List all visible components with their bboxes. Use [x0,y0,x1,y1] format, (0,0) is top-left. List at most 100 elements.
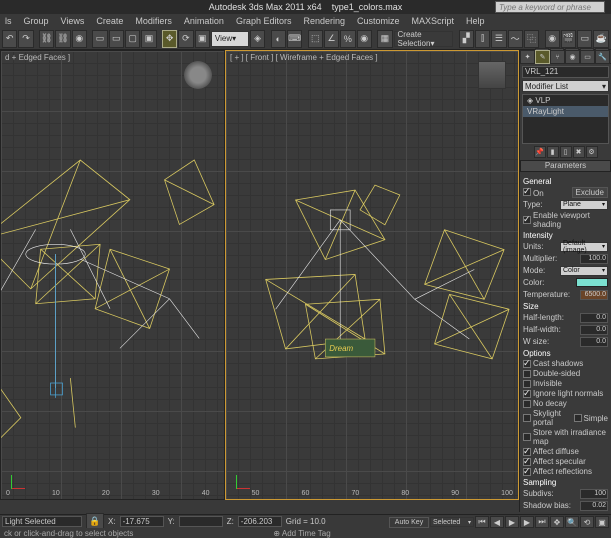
select-button[interactable]: ▭ [92,30,107,48]
store-irrad-checkbox[interactable] [523,433,531,441]
stack-item[interactable]: ◈ VLP [523,95,608,106]
menu-views[interactable]: Views [56,16,90,26]
pin-stack-button[interactable]: 📌 [534,146,546,158]
angle-snap-button[interactable]: ∠ [324,30,339,48]
tab-motion[interactable]: ◉ [565,50,580,64]
tab-create[interactable]: ✦ [520,50,535,64]
half-width-spinner[interactable]: 0.0 [580,325,608,335]
enable-viewport-shading-checkbox[interactable] [523,216,531,224]
select-rect-button[interactable]: ▢ [125,30,140,48]
goto-start-button[interactable]: ⏮ [475,516,489,528]
show-end-button[interactable]: ▮ [547,146,559,158]
affect-specular-checkbox[interactable] [523,458,531,466]
invisible-checkbox[interactable] [523,380,531,388]
schematic-button[interactable]: ⿻ [524,30,539,48]
cast-shadows-checkbox[interactable] [523,360,531,368]
link-button[interactable]: ⛓ [39,30,54,48]
config-button[interactable]: ⚙ [586,146,598,158]
mat-editor-button[interactable]: ◉ [545,30,560,48]
exclude-button[interactable]: Exclude [572,187,608,198]
select-window-button[interactable]: ▣ [141,30,156,48]
type-dropdown[interactable]: Plane▾ [560,200,608,210]
menu-group[interactable]: Group [19,16,54,26]
modifier-stack[interactable]: ◈ VLP VRayLight [522,94,609,144]
tab-hierarchy[interactable]: ⑂ [550,50,565,64]
viewport-label-right[interactable]: [ + ] [ Front ] [ Wireframe + Edged Face… [230,53,378,62]
snap-button[interactable]: ⬚ [308,30,323,48]
menu-create[interactable]: Create [91,16,128,26]
move-button[interactable]: ✥ [162,30,177,48]
scale-button[interactable]: ▣ [195,30,210,48]
menu-rendering[interactable]: Rendering [298,16,350,26]
subdivs-spinner[interactable]: 100 [580,489,608,499]
select-name-button[interactable]: ▭ [109,30,124,48]
temperature-spinner[interactable]: 6500.0 [580,290,608,300]
units-dropdown[interactable]: Default (image)▾ [560,242,608,252]
modifier-list-dropdown[interactable]: Modifier List▾ [522,80,609,92]
tab-modify[interactable]: ✎ [535,50,550,64]
z-field[interactable]: -206.203 [238,516,282,527]
pivot-button[interactable]: ◈ [250,30,265,48]
sel-set-button[interactable]: ▦ [377,30,392,48]
auto-key-button[interactable]: Auto Key [389,517,429,528]
color-swatch[interactable] [576,278,608,287]
rotate-button[interactable]: ⟳ [178,30,193,48]
prev-frame-button[interactable]: ◀ [490,516,504,528]
bind-button[interactable]: ◉ [72,30,87,48]
no-decay-checkbox[interactable] [523,400,531,408]
key-mode-dropdown[interactable]: Selected▾ [430,517,474,527]
keymode-button[interactable]: ⌨ [287,30,302,48]
affect-diffuse-checkbox[interactable] [523,448,531,456]
goto-end-button[interactable]: ⏭ [535,516,549,528]
layer-button[interactable]: ☰ [491,30,506,48]
menu-modifiers[interactable]: Modifiers [130,16,177,26]
nav-zoom-button[interactable]: 🔍 [565,516,579,528]
double-sided-checkbox[interactable] [523,370,531,378]
tab-display[interactable]: ▭ [580,50,595,64]
spinner-snap-button[interactable]: ◉ [357,30,372,48]
remove-mod-button[interactable]: ✖ [573,146,585,158]
object-name-field[interactable]: VRL_121 [522,66,609,78]
add-time-tag-button[interactable]: ⊕ Add Time Tag [273,529,330,538]
unique-button[interactable]: ▯ [560,146,572,158]
render-setup-button[interactable]: 🎬 [561,30,576,48]
play-button[interactable]: ▶ [505,516,519,528]
mirror-button[interactable]: ▞ [459,30,474,48]
menu-maxscript[interactable]: MAXScript [407,16,460,26]
viewport-label-left[interactable]: d + Edged Faces ] [5,53,70,62]
viewport-perspective[interactable]: d + Edged Faces ] [0,50,225,500]
nav-pan-button[interactable]: ✥ [550,516,564,528]
y-field[interactable] [179,516,223,527]
redo-button[interactable]: ↷ [18,30,33,48]
ref-coord-dropdown[interactable]: View▾ [211,31,249,47]
render-button[interactable]: ☕ [593,30,608,48]
half-length-spinner[interactable]: 0.0 [580,313,608,323]
on-checkbox[interactable] [523,188,531,196]
viewport-front[interactable]: [ + ] [ Front ] [ Wireframe + Edged Face… [225,50,519,500]
unlink-button[interactable]: ⛓ [55,30,70,48]
nav-orbit-button[interactable]: ⟲ [580,516,594,528]
rollout-parameters-header[interactable]: Parameters [520,160,611,172]
render-frame-button[interactable]: ▭ [577,30,592,48]
menu-graph-editors[interactable]: Graph Editors [231,16,297,26]
multiplier-spinner[interactable]: 100.0 [580,254,608,264]
viewcube-icon[interactable] [184,61,212,89]
ignore-normals-checkbox[interactable] [523,390,531,398]
align-button[interactable]: ⫿ [475,30,490,48]
menu-animation[interactable]: Animation [179,16,229,26]
menu-customize[interactable]: Customize [352,16,405,26]
stack-item[interactable]: VRayLight [523,106,608,117]
next-frame-button[interactable]: ▶ [520,516,534,528]
w-size-spinner[interactable]: 0.0 [580,337,608,347]
menu-help[interactable]: Help [461,16,490,26]
undo-button[interactable]: ↶ [2,30,17,48]
selection-set-dropdown[interactable]: Create Selection▾ [394,31,454,47]
curve-editor-button[interactable]: 〜 [508,30,523,48]
nav-max-button[interactable]: ▣ [595,516,609,528]
shadow-bias-spinner[interactable]: 0.02 [580,501,608,511]
manip-button[interactable]: ◐ [271,30,286,48]
simple-checkbox[interactable] [574,414,582,422]
menu-tools[interactable]: ls [0,16,17,26]
x-field[interactable]: -17.675 [120,516,164,527]
tab-utilities[interactable]: 🔧 [595,50,610,64]
